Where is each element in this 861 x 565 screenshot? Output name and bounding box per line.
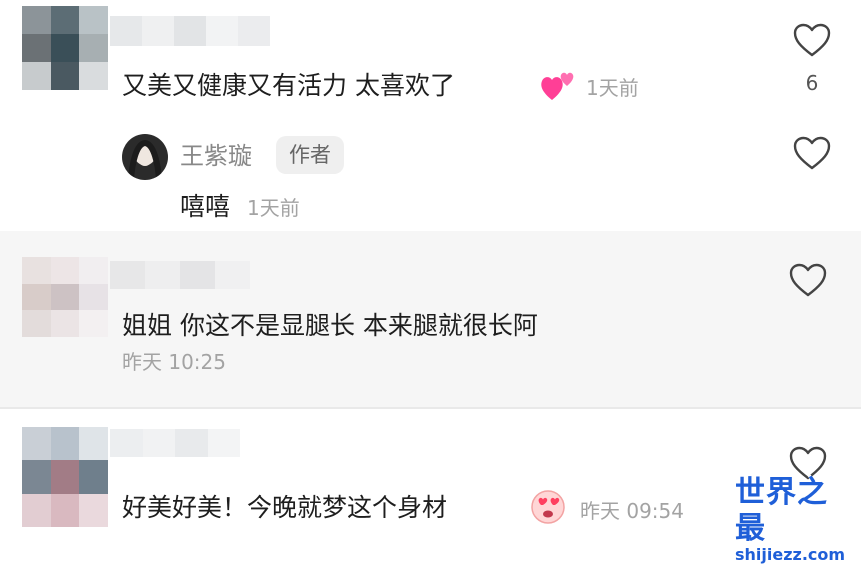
- comment-text: 好美好美！今晚就梦这个身材: [122, 493, 448, 522]
- two-hearts-emoji: [541, 72, 574, 100]
- user-avatar-pixelated[interactable]: [22, 6, 108, 90]
- author-photo: [128, 139, 162, 180]
- author-username[interactable]: 王紫璇: [180, 141, 252, 171]
- comment-timestamp: 昨天 09:54: [580, 499, 684, 523]
- comment-item-3: 好美好美！今晚就梦这个身材 昨天 09:54: [0, 409, 861, 534]
- comment-item-1: 又美又健康又有活力 太喜欢了 1天前 6 王紫璇 作者 嘻嘻 1天前: [0, 0, 861, 231]
- author-avatar[interactable]: [122, 134, 168, 180]
- comment-item-2: 姐姐 你这不是显腿长 本来腿就很长阿 昨天 10:25: [0, 231, 861, 407]
- comment-timestamp: 昨天 10:25: [122, 350, 226, 374]
- comment-text: 姐姐 你这不是显腿长 本来腿就很长阿: [122, 311, 538, 340]
- username-pixelated[interactable]: [110, 16, 270, 46]
- reply-text: 嘻嘻: [180, 192, 231, 221]
- comment-text: 又美又健康又有活力 太喜欢了: [122, 71, 455, 100]
- watermark-title: 世界之最: [735, 475, 828, 546]
- username-pixelated[interactable]: [110, 429, 240, 457]
- user-avatar-pixelated[interactable]: [22, 427, 108, 527]
- like-heart-icon[interactable]: [792, 135, 832, 171]
- heart-eyes-face-emoji: [531, 490, 565, 524]
- username-pixelated[interactable]: [110, 261, 250, 289]
- like-count: 6: [805, 71, 819, 95]
- like-heart-icon[interactable]: [792, 22, 832, 58]
- reply-timestamp: 1天前: [247, 196, 300, 220]
- like-heart-icon[interactable]: [788, 262, 828, 298]
- user-avatar-pixelated[interactable]: [22, 257, 108, 337]
- watermark-url: shijiezz.com: [735, 545, 846, 564]
- author-badge: 作者: [276, 136, 344, 174]
- site-watermark: 世界之最 shijiezz.com: [735, 475, 855, 565]
- comment-timestamp: 1天前: [586, 76, 639, 100]
